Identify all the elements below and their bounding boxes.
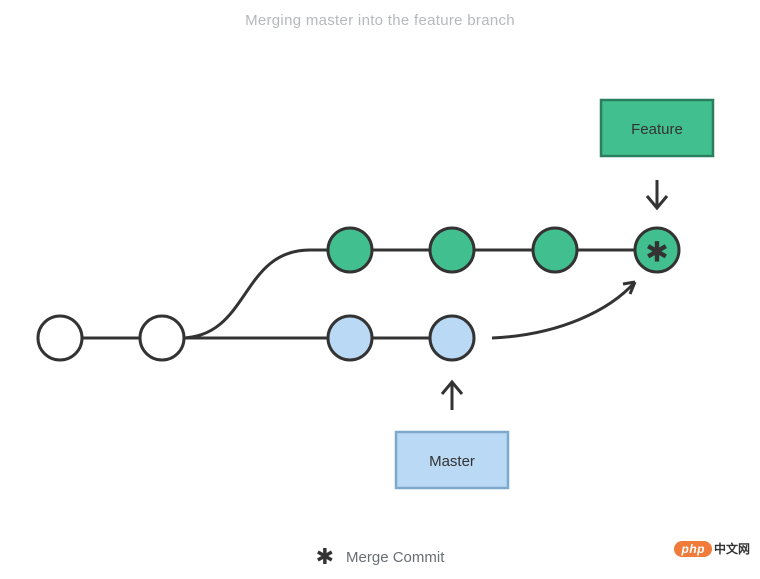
commit-node xyxy=(328,228,372,272)
commit-node xyxy=(430,316,474,360)
merge-curve xyxy=(492,282,635,338)
feature-label-text: Feature xyxy=(631,121,683,138)
legend: ✱ Merge Commit xyxy=(0,545,760,571)
merge-commit-marker-icon: ✱ xyxy=(645,236,668,267)
watermark: php 中文网 xyxy=(674,540,750,557)
watermark-badge: php xyxy=(674,541,712,557)
commit-node xyxy=(38,316,82,360)
legend-text: Merge Commit xyxy=(346,549,444,566)
master-label-text: Master xyxy=(429,453,475,470)
commit-node xyxy=(533,228,577,272)
branch-curve xyxy=(180,250,310,338)
watermark-text: 中文网 xyxy=(714,540,750,557)
git-merge-diagram: ✱ Feature Master xyxy=(0,0,760,579)
legend-marker-icon: ✱ xyxy=(316,544,334,569)
commit-node xyxy=(140,316,184,360)
commit-node xyxy=(328,316,372,360)
commit-node xyxy=(430,228,474,272)
